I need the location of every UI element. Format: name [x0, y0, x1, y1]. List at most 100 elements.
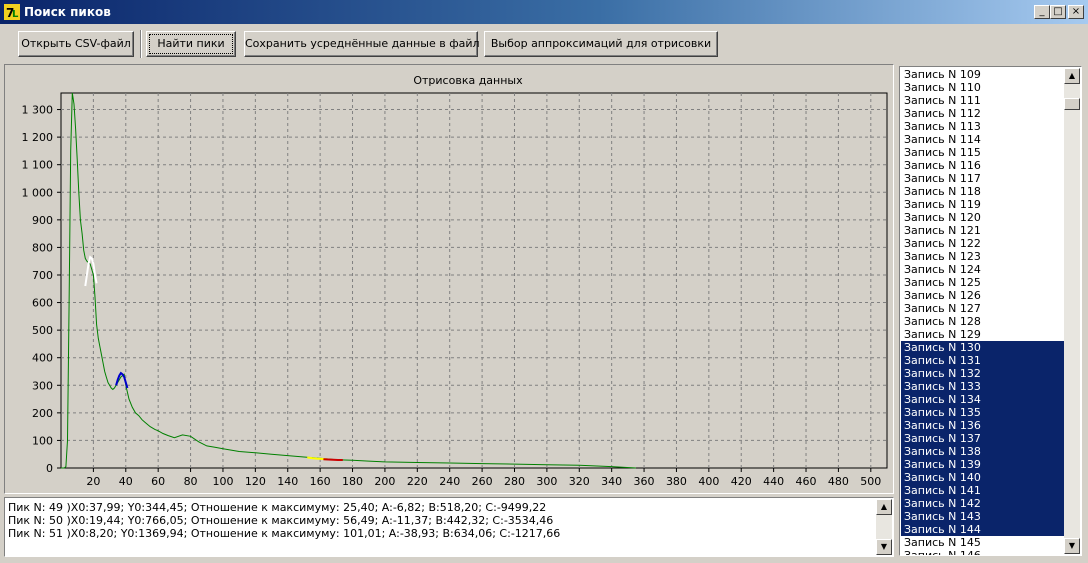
x-tick-label: 260	[472, 475, 493, 488]
minimize-button[interactable]: _	[1034, 5, 1050, 19]
list-item[interactable]: Запись N 120	[901, 211, 1065, 224]
list-item[interactable]: Запись N 114	[901, 133, 1065, 146]
scroll-down-icon[interactable]: ▼	[876, 539, 892, 555]
list-item[interactable]: Запись N 134	[901, 393, 1065, 406]
list-scrollbar[interactable]: ▲ ▼	[1064, 68, 1080, 554]
x-tick-label: 140	[277, 475, 298, 488]
choose-approx-button[interactable]: Выбор аппроксимаций для отрисовки	[484, 31, 718, 57]
list-item[interactable]: Запись N 113	[901, 120, 1065, 133]
list-item[interactable]: Запись N 139	[901, 458, 1065, 471]
log-line: Пик N: 49 )X0:37,99; Y0:344,45; Отношени…	[8, 501, 547, 514]
y-tick-label: 300	[32, 379, 53, 392]
x-tick-label: 200	[374, 475, 395, 488]
list-item[interactable]: Запись N 137	[901, 432, 1065, 445]
x-tick-label: 360	[634, 475, 655, 488]
list-item[interactable]: Запись N 115	[901, 146, 1065, 159]
log-lines: Пик N: 49 )X0:37,99; Y0:344,45; Отношени…	[8, 501, 560, 540]
list-item[interactable]: Запись N 140	[901, 471, 1065, 484]
x-tick-label: 420	[731, 475, 752, 488]
peaks-log[interactable]: Пик N: 49 )X0:37,99; Y0:344,45; Отношени…	[4, 497, 894, 557]
y-tick-label: 400	[32, 352, 53, 365]
x-tick-label: 460	[796, 475, 817, 488]
list-item[interactable]: Запись N 143	[901, 510, 1065, 523]
list-item[interactable]: Запись N 125	[901, 276, 1065, 289]
y-tick-label: 800	[32, 241, 53, 254]
find-peaks-button[interactable]: Найти пики	[146, 31, 236, 57]
x-tick-label: 40	[119, 475, 133, 488]
chart-title: Отрисовка данных	[413, 74, 523, 87]
list-item[interactable]: Запись N 110	[901, 81, 1065, 94]
list-item[interactable]: Запись N 117	[901, 172, 1065, 185]
save-averaged-button[interactable]: Сохранить усреднённые данные в файл	[244, 31, 480, 57]
x-tick-label: 280	[504, 475, 525, 488]
list-item[interactable]: Запись N 141	[901, 484, 1065, 497]
close-button[interactable]: ×	[1068, 5, 1084, 19]
x-tick-label: 220	[407, 475, 428, 488]
list-item[interactable]: Запись N 136	[901, 419, 1065, 432]
list-item[interactable]: Запись N 144	[901, 523, 1065, 536]
x-tick-label: 160	[310, 475, 331, 488]
y-tick-label: 900	[32, 214, 53, 227]
y-tick-label: 600	[32, 297, 53, 310]
x-tick-label: 480	[828, 475, 849, 488]
list-item[interactable]: Запись N 116	[901, 159, 1065, 172]
x-tick-label: 400	[698, 475, 719, 488]
records-listbox[interactable]: Запись N 109 Запись N 110 Запись N 111 Запи…	[899, 66, 1082, 556]
x-tick-label: 60	[151, 475, 165, 488]
scroll-thumb[interactable]	[1064, 98, 1080, 110]
list-item[interactable]: Запись N 127	[901, 302, 1065, 315]
list-item[interactable]: Запись N 142	[901, 497, 1065, 510]
x-tick-label: 380	[666, 475, 687, 488]
x-tick-label: 100	[212, 475, 233, 488]
list-item[interactable]: Запись N 112	[901, 107, 1065, 120]
list-item[interactable]: Запись N 133	[901, 380, 1065, 393]
list-item[interactable]: Запись N 124	[901, 263, 1065, 276]
list-item[interactable]: Запись N 111	[901, 94, 1065, 107]
open-csv-button[interactable]: Открыть CSV-файл	[18, 31, 134, 57]
title-bar: 7 L Поиск пиков _ □ ×	[0, 0, 1088, 24]
log-scrollbar[interactable]: ▲ ▼	[876, 499, 892, 555]
log-line: Пик N: 51 )X0:8,20; Y0:1369,94; Отношени…	[8, 527, 561, 540]
scroll-up-icon[interactable]: ▲	[1064, 68, 1080, 84]
list-item[interactable]: Запись N 119	[901, 198, 1065, 211]
list-item[interactable]: Запись N 128	[901, 315, 1065, 328]
main-window: 7 L Поиск пиков _ □ × Открыть CSV-файл Н…	[0, 0, 1088, 563]
scroll-down-icon[interactable]: ▼	[1064, 538, 1080, 554]
peak-approx-line	[323, 458, 343, 461]
list-item[interactable]: Запись N 122	[901, 237, 1065, 250]
log-line: Пик N: 50 )X0:19,44; Y0:766,05; Отношени…	[8, 514, 554, 527]
y-tick-label: 100	[32, 434, 53, 447]
list-item[interactable]: Запись N 129	[901, 328, 1065, 341]
y-tick-label: 700	[32, 269, 53, 282]
list-item[interactable]: Запись N 121	[901, 224, 1065, 237]
y-tick-label: 1 000	[22, 186, 54, 199]
list-item[interactable]: Запись N 138	[901, 445, 1065, 458]
plot-area	[60, 92, 888, 469]
list-item[interactable]: Запись N 123	[901, 250, 1065, 263]
list-item[interactable]: Запись N 145	[901, 536, 1065, 549]
x-tick-label: 180	[342, 475, 363, 488]
list-item[interactable]: Запись N 118	[901, 185, 1065, 198]
list-item[interactable]: Запись N 135	[901, 406, 1065, 419]
y-tick-label: 500	[32, 324, 53, 337]
maximize-button[interactable]: □	[1050, 5, 1066, 19]
list-item[interactable]: Запись N 130	[901, 341, 1065, 354]
list-item[interactable]: Запись N 126	[901, 289, 1065, 302]
list-item[interactable]: Запись N 109	[901, 68, 1065, 81]
x-tick-label: 20	[86, 475, 100, 488]
y-tick-label: 1 200	[22, 131, 54, 144]
x-tick-label: 80	[184, 475, 198, 488]
data-chart: Отрисовка данных 20 40 60 80 100 120 140 160 180 2…	[22, 74, 888, 488]
scroll-up-icon[interactable]: ▲	[876, 499, 892, 515]
y-tick-label: 1 300	[22, 104, 54, 117]
x-tick-label: 340	[601, 475, 622, 488]
x-tick-label: 500	[860, 475, 881, 488]
x-tick-label: 440	[763, 475, 784, 488]
list-item[interactable]: Запись N 132	[901, 367, 1065, 380]
app-icon: 7 L	[4, 4, 20, 20]
y-tick-label: 1 100	[22, 159, 54, 172]
list-item[interactable]: Запись N 146	[901, 549, 1065, 555]
y-tick-label: 0	[46, 462, 53, 475]
list-item[interactable]: Запись N 131	[901, 354, 1065, 367]
toolbar-separator	[140, 30, 142, 58]
